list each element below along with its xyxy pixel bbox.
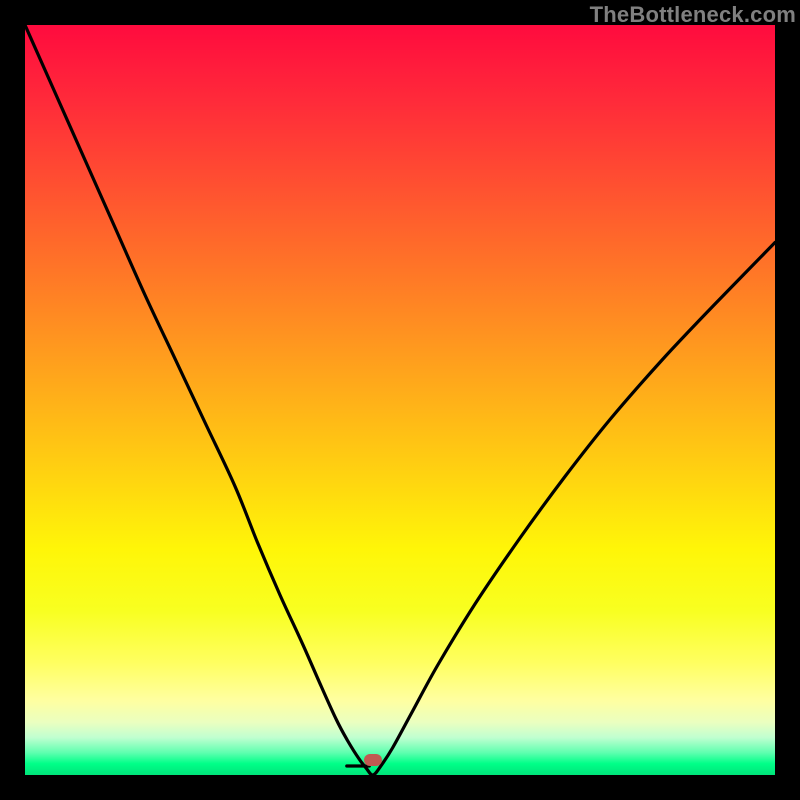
plot-area [25, 25, 775, 775]
watermark-text: TheBottleneck.com [590, 2, 796, 28]
minimum-marker [364, 754, 382, 766]
curve-path [25, 25, 775, 775]
chart-frame: TheBottleneck.com [0, 0, 800, 800]
bottleneck-curve [25, 25, 775, 775]
